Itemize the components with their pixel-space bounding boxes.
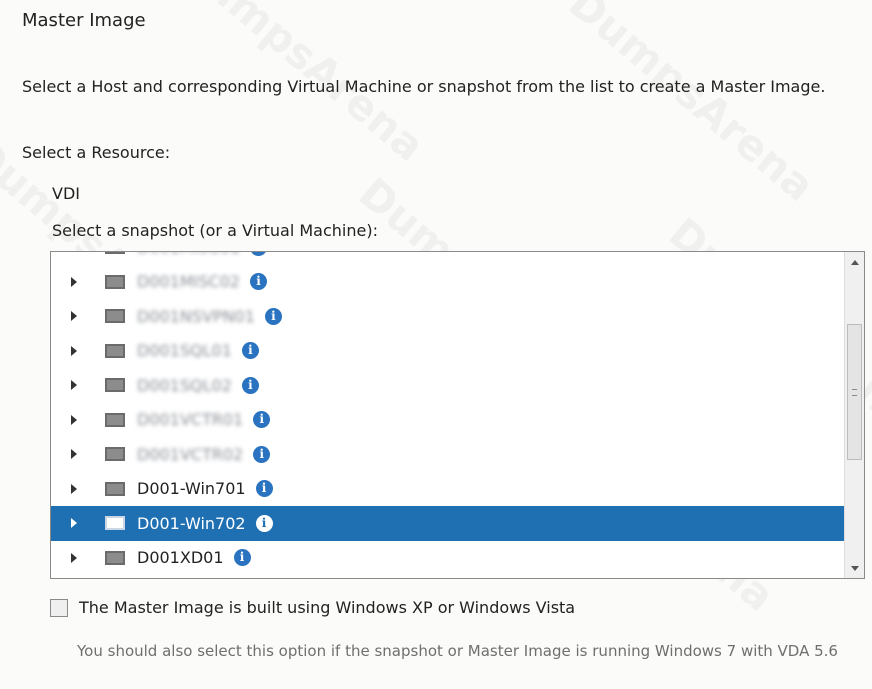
intro-text: Select a Host and corresponding Virtual …: [22, 77, 826, 96]
scroll-up-arrow-icon: [850, 259, 859, 265]
resource-value: VDI: [52, 184, 80, 203]
expand-arrow-icon[interactable]: [71, 552, 77, 563]
list-item-label: D001NSVPN01: [137, 306, 255, 326]
info-icon[interactable]: i: [250, 273, 268, 291]
info-icon[interactable]: i: [264, 307, 282, 325]
list-item[interactable]: D001-Win702 i: [51, 506, 844, 541]
scroll-up-button[interactable]: [845, 252, 864, 272]
expand-arrow-icon[interactable]: [71, 414, 77, 425]
virtual-machine-icon: [105, 252, 125, 255]
watermark-text: DumpsArena: [560, 0, 824, 211]
info-icon[interactable]: i: [241, 376, 259, 394]
expand-arrow-icon[interactable]: [71, 483, 77, 494]
expand-arrow-icon[interactable]: [71, 449, 77, 460]
info-icon[interactable]: i: [253, 411, 271, 429]
list-item-label: D001MISC01: [137, 252, 240, 257]
list-item-label: D001VCTR02: [137, 444, 244, 464]
info-icon[interactable]: i: [255, 514, 273, 532]
expand-arrow-icon[interactable]: [71, 276, 77, 287]
list-item-label: D001SQL01: [137, 341, 232, 361]
list-item[interactable]: D001VCTR02 i: [51, 437, 844, 472]
list-item[interactable]: D001-Win701 i: [51, 472, 844, 507]
virtual-machine-icon: [105, 412, 125, 427]
xp-vista-label: The Master Image is built using Windows …: [79, 598, 576, 617]
info-icon[interactable]: i: [241, 342, 259, 360]
info-icon[interactable]: i: [253, 445, 271, 463]
list-item[interactable]: D001VCTR01 i: [51, 403, 844, 438]
virtual-machine-icon: [105, 378, 125, 393]
scroll-down-button[interactable]: [845, 558, 864, 578]
expand-arrow-icon[interactable]: [71, 311, 77, 322]
virtual-machine-icon: [105, 447, 125, 462]
snapshot-list: D001MISC01iD001MISC02iD001NSVPN01iD001SQ…: [51, 252, 844, 575]
xp-vista-help-text: You should also select this option if th…: [77, 642, 838, 660]
list-item[interactable]: D001XD01 i: [51, 541, 844, 576]
list-item[interactable]: D001NSVPN01 i: [51, 299, 844, 334]
page-title: Master Image: [22, 10, 146, 31]
scroll-thumb[interactable]: [847, 324, 862, 460]
list-item[interactable]: D001MISC02 i: [51, 265, 844, 300]
expand-arrow-icon[interactable]: [71, 345, 77, 356]
info-icon[interactable]: i: [233, 549, 251, 567]
list-item-label: D001SQL02: [137, 375, 232, 395]
snapshot-label: Select a snapshot (or a Virtual Machine)…: [52, 221, 378, 240]
grip-icon: [852, 388, 857, 396]
info-icon[interactable]: i: [250, 252, 268, 256]
snapshot-list-viewport: D001MISC01iD001MISC02iD001NSVPN01iD001SQ…: [51, 252, 844, 578]
scroll-down-arrow-icon: [850, 565, 859, 571]
virtual-machine-icon: [105, 481, 125, 496]
vertical-scrollbar[interactable]: [844, 252, 864, 578]
xp-vista-checkbox[interactable]: [50, 598, 68, 617]
virtual-machine-icon: [105, 343, 125, 358]
virtual-machine-icon: [105, 516, 125, 531]
list-item-label: D001MISC02: [137, 272, 241, 292]
resource-label: Select a Resource:: [22, 143, 171, 162]
list-item[interactable]: D001MISC01 i: [51, 252, 844, 265]
xp-vista-option[interactable]: The Master Image is built using Windows …: [50, 598, 575, 617]
virtual-machine-icon: [105, 274, 125, 289]
info-icon[interactable]: i: [255, 480, 273, 498]
list-item[interactable]: D001SQL01 i: [51, 334, 844, 369]
expand-arrow-icon[interactable]: [71, 518, 77, 529]
list-item-label: D001VCTR01: [137, 410, 244, 430]
snapshot-listbox[interactable]: D001MISC01iD001MISC02iD001NSVPN01iD001SQ…: [50, 251, 865, 579]
virtual-machine-icon: [105, 309, 125, 324]
list-item-label: D001-Win701: [137, 479, 246, 499]
list-item-label: D001-Win702: [137, 513, 246, 533]
list-item-label: D001XD01: [137, 548, 224, 568]
expand-arrow-icon[interactable]: [71, 380, 77, 391]
list-item[interactable]: D001SQL02 i: [51, 368, 844, 403]
virtual-machine-icon: [105, 550, 125, 565]
